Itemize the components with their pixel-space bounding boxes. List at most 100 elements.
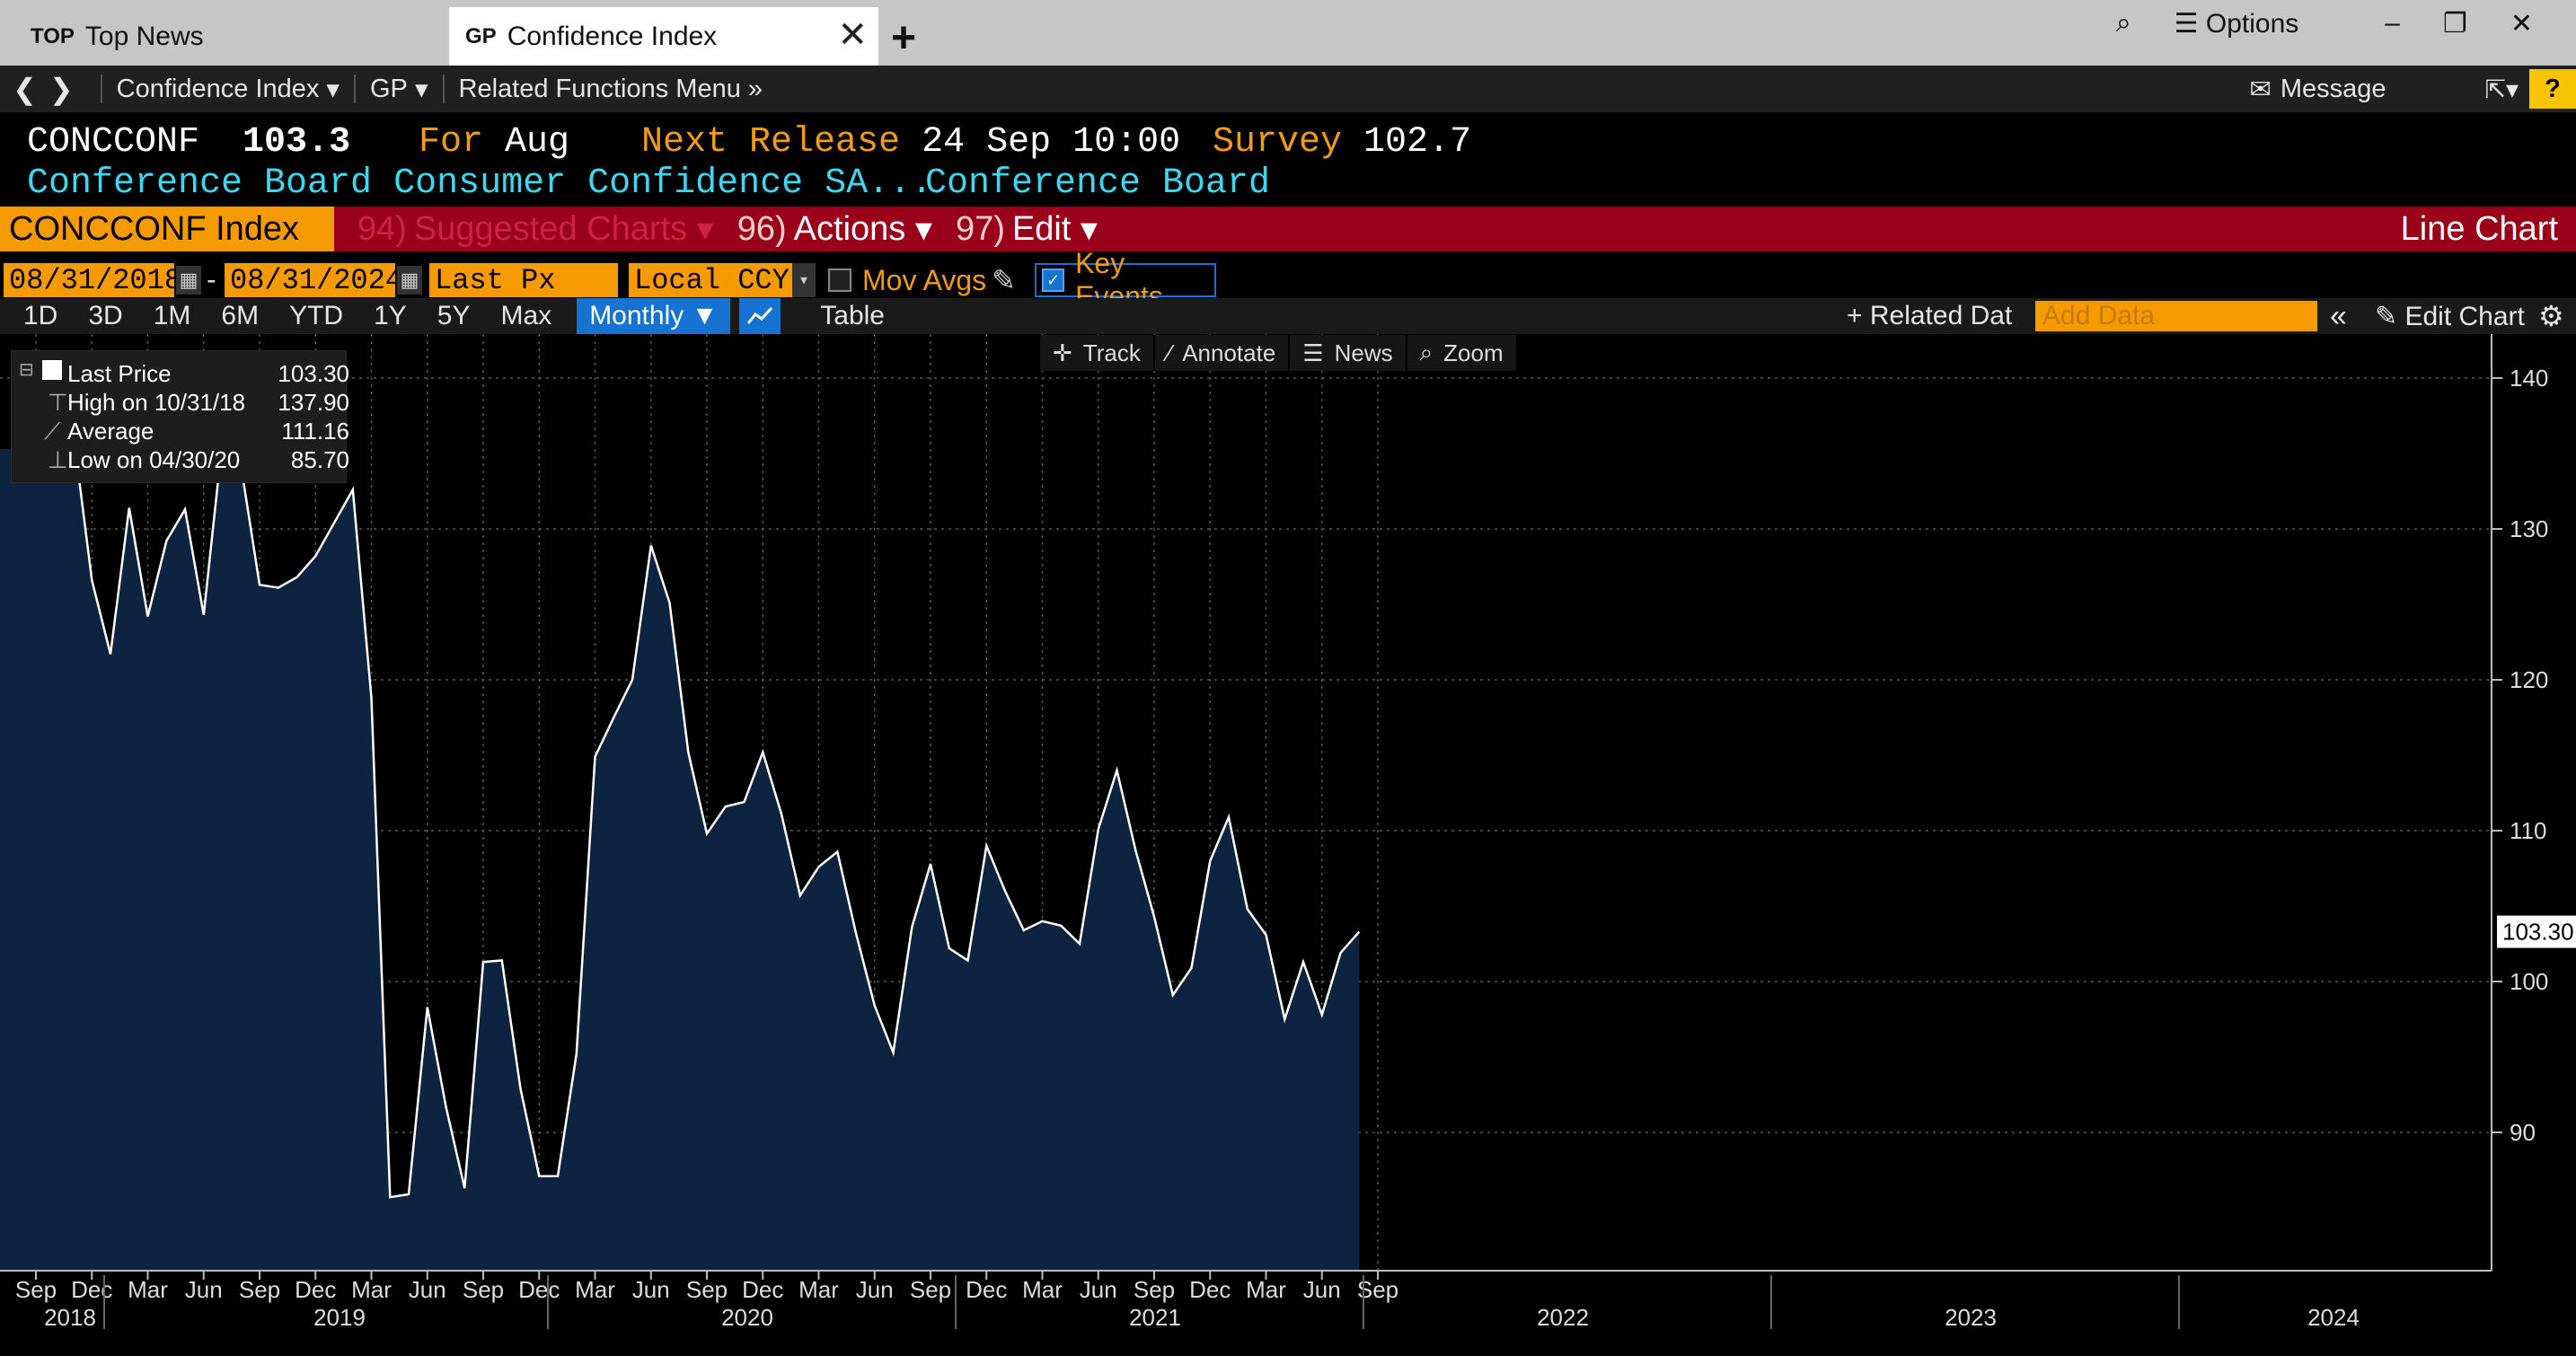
data-point (201, 612, 207, 618)
data-point (648, 542, 654, 548)
restore-icon[interactable]: ❐ (2443, 8, 2467, 40)
legend-value: 111.16 (281, 418, 349, 445)
security-dropdown[interactable]: Confidence Index ▾ (117, 74, 340, 105)
message-button[interactable]: ✉ Message (2250, 74, 2386, 105)
add-data-input[interactable]: Add Data (2035, 301, 2317, 331)
options-button[interactable]: ☰ Options (2175, 8, 2342, 40)
data-point (1151, 914, 1157, 920)
news-icon: ☰ (1302, 339, 1324, 366)
chevron-down-icon: ▾ (326, 75, 340, 104)
zoom-tool[interactable]: ⌕ Zoom (1407, 335, 1518, 371)
start-date-input[interactable]: 08/31/2018 (4, 263, 181, 297)
last-value-label: 103.30 (2502, 919, 2574, 946)
period-1m[interactable]: 1M (154, 301, 191, 331)
close-window-icon[interactable]: ✕ (2510, 8, 2533, 40)
x-tick-label: Jun (632, 1276, 670, 1303)
data-point (555, 1174, 560, 1179)
chart-toolbar: ✛ Track ∕ Annotate ☰ News ⌕ Zoom (1040, 335, 1518, 371)
line-chart[interactable]: 90 100 110 120 130 140 Sep Dec Mar Jun Sep Dec Mar J… (0, 334, 2576, 1356)
data-point (182, 506, 188, 512)
key-events-toggle[interactable]: ✓ Key Events (1035, 247, 1216, 313)
calendar-icon[interactable]: ▦ (397, 266, 422, 295)
edit-chart-button[interactable]: ✎ Edit Chart (2375, 301, 2525, 332)
legend-value: 103.30 (278, 360, 349, 387)
track-tool[interactable]: ✛ Track (1040, 335, 1155, 371)
data-point (406, 1192, 411, 1197)
x-tick-label: Dec (1189, 1276, 1231, 1303)
new-tab-button[interactable]: + (891, 9, 916, 67)
magnifier-icon: ⌕ (1419, 339, 1434, 365)
annotate-tool[interactable]: ∕ Annotate (1155, 335, 1291, 371)
field-selector[interactable]: Last Px (429, 263, 618, 297)
x-tick-label: Sep (239, 1276, 280, 1303)
gear-icon[interactable]: ⚙ (2538, 299, 2564, 333)
currency-selector[interactable]: Local CCY ▾ (629, 263, 816, 297)
tab-confidence-index[interactable]: GP Confidence Index ✕ (449, 7, 878, 66)
news-tool[interactable]: ☰ News (1290, 335, 1407, 371)
period-1d[interactable]: 1D (23, 301, 57, 331)
frequency-dropdown[interactable]: Monthly ▼ (577, 298, 731, 334)
navigation-bar: ❮ ❯ Confidence Index ▾ GP ▾ Related Func… (0, 66, 2576, 112)
function-dropdown[interactable]: GP ▾ (370, 74, 428, 105)
data-point (1096, 826, 1101, 832)
data-point (685, 750, 691, 755)
back-icon[interactable]: ❮ (13, 72, 37, 106)
related-data-button[interactable]: + Related Dat (1847, 301, 2012, 331)
table-button[interactable]: Table (820, 301, 885, 331)
data-point (108, 651, 113, 656)
actions-menu[interactable]: 96) Actions ▾ (737, 209, 932, 250)
tab-label: Top News (84, 21, 204, 51)
checkbox-icon (828, 269, 851, 292)
data-point (1058, 923, 1063, 929)
close-tab-icon[interactable]: ✕ (837, 14, 868, 56)
for-label: For (419, 122, 484, 163)
data-point (704, 831, 710, 836)
x-tick-label: Dec (966, 1276, 1007, 1303)
security-field[interactable]: CONCCONF Index (0, 207, 334, 251)
collapse-icon[interactable]: « (2330, 299, 2347, 334)
help-button[interactable]: ? (2529, 69, 2576, 109)
related-functions-menu[interactable]: Related Functions Menu » (459, 75, 763, 104)
calendar-icon[interactable]: ▦ (176, 266, 201, 295)
tab-strip: TOP Top News GP Confidence Index ✕ + ⌕ ☰… (0, 0, 2576, 66)
period-max[interactable]: Max (501, 301, 552, 331)
ticker-line: CONCCONF 103.3 (27, 122, 350, 163)
next-release-info: Next Release 24 Sep 10:00 (641, 122, 1180, 163)
forward-icon[interactable]: ❯ (49, 72, 74, 106)
edit-menu[interactable]: 97) Edit ▾ (956, 209, 1098, 250)
collapse-legend-icon[interactable]: ⊟ (19, 358, 34, 381)
end-date-input[interactable]: 08/31/2024 (225, 263, 402, 297)
tab-top-news[interactable]: TOP Top News (13, 7, 435, 66)
minimize-icon[interactable]: – (2385, 8, 2400, 39)
export-icon[interactable]: ⇱▾ (2484, 75, 2519, 104)
for-value: Aug (505, 122, 570, 163)
period-5y[interactable]: 5Y (437, 301, 471, 331)
checkbox-checked-icon: ✓ (1042, 269, 1065, 292)
line-chart-icon[interactable] (739, 298, 781, 334)
data-point (295, 575, 300, 580)
data-point (593, 754, 598, 760)
x-tick-label: Jun (409, 1276, 446, 1303)
period-6m[interactable]: 6M (221, 301, 259, 331)
data-point (536, 1174, 542, 1179)
security-label: Confidence Index (116, 74, 320, 103)
data-point (816, 864, 822, 869)
x-tick-label: Mar (351, 1276, 392, 1303)
x-tick-label: Jun (185, 1276, 223, 1303)
tool-label: Zoom (1443, 339, 1504, 366)
search-icon[interactable]: ⌕ (2116, 8, 2131, 39)
mov-avgs-toggle[interactable]: Mov Avgs ✎ (828, 263, 1016, 297)
period-1y[interactable]: 1Y (374, 301, 407, 331)
tool-label: Annotate (1182, 339, 1276, 366)
x-tick-label: Dec (518, 1276, 560, 1303)
period-ytd[interactable]: YTD (289, 301, 343, 331)
suggested-charts-menu[interactable]: 94) Suggested Charts ▾ (357, 209, 714, 250)
pencil-icon[interactable]: ✎ (992, 263, 1016, 297)
series-swatch[interactable] (42, 360, 62, 380)
data-point (853, 930, 859, 936)
x-tick-label: Sep (910, 1276, 951, 1303)
tool-label: News (1334, 339, 1393, 366)
data-point (1002, 888, 1008, 894)
data-point (574, 1052, 579, 1057)
period-3d[interactable]: 3D (88, 301, 122, 331)
